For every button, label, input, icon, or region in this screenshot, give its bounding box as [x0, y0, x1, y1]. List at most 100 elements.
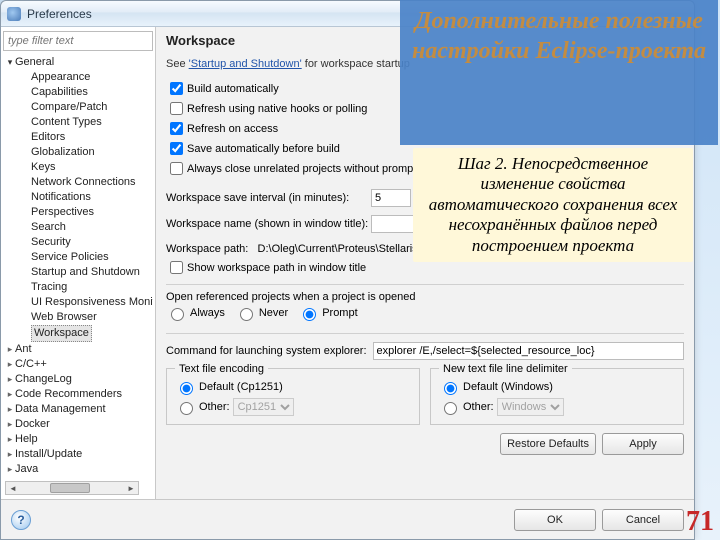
delimiter-other-label: Other:: [463, 401, 494, 413]
filter-input[interactable]: [3, 31, 153, 51]
tree-item[interactable]: UI Responsiveness Monitoring: [5, 295, 153, 310]
help-icon[interactable]: ?: [11, 510, 31, 530]
chevron-right-icon[interactable]: ▸: [5, 342, 15, 357]
cancel-button[interactable]: Cancel: [602, 509, 684, 531]
tree-item-label: Startup and Shutdown: [31, 265, 140, 280]
chevron-right-icon[interactable]: ▸: [5, 387, 15, 402]
restore-defaults-button[interactable]: Restore Defaults: [500, 433, 596, 455]
ok-button[interactable]: OK: [514, 509, 596, 531]
checkbox[interactable]: [170, 162, 183, 175]
tree-item[interactable]: Content Types: [5, 115, 153, 130]
tree-item[interactable]: ▾General: [5, 55, 153, 70]
tree-item[interactable]: ▸ChangeLog: [5, 372, 153, 387]
tree-item-label: Java: [15, 462, 38, 477]
delimiter-default-radio[interactable]: [444, 382, 457, 395]
tree-item-label: Appearance: [31, 70, 90, 85]
tree-item[interactable]: Editors: [5, 130, 153, 145]
encoding-other-radio[interactable]: [180, 402, 193, 415]
tree-item[interactable]: Startup and Shutdown: [5, 265, 153, 280]
tree-item-label: UI Responsiveness Monitoring: [31, 295, 153, 310]
tree-item-label: Editors: [31, 130, 65, 145]
chevron-right-icon[interactable]: ▸: [5, 402, 15, 417]
chevron-down-icon[interactable]: ▾: [5, 55, 15, 70]
delimiter-group: New text file line delimiter Default (Wi…: [430, 368, 684, 425]
chevron-right-icon[interactable]: ▸: [5, 447, 15, 462]
preferences-tree[interactable]: ▾GeneralAppearanceCapabilitiesCompare/Pa…: [3, 55, 153, 495]
command-input[interactable]: [373, 342, 684, 360]
radio-label: Never: [259, 307, 288, 319]
app-icon: [7, 7, 21, 21]
radio[interactable]: [240, 308, 253, 321]
tree-item-label: Docker: [15, 417, 50, 432]
save-interval-input[interactable]: [371, 189, 411, 207]
radio-option[interactable]: Never: [235, 305, 288, 321]
radio[interactable]: [303, 308, 316, 321]
tree-item[interactable]: Capabilities: [5, 85, 153, 100]
checkbox[interactable]: [170, 142, 183, 155]
window-title: Preferences: [27, 7, 92, 21]
tree-item[interactable]: Perspectives: [5, 205, 153, 220]
tree-item-label: Search: [31, 220, 66, 235]
command-label: Command for launching system explorer:: [166, 345, 367, 357]
encoding-group: Text file encoding Default (Cp1251) Othe…: [166, 368, 420, 425]
radio-option[interactable]: Prompt: [298, 305, 357, 321]
workspace-path-label: Workspace path:: [166, 243, 248, 255]
delimiter-title: New text file line delimiter: [439, 363, 572, 375]
tree-item[interactable]: Keys: [5, 160, 153, 175]
encoding-other-select[interactable]: Cp1251: [233, 398, 294, 416]
tree-item[interactable]: Web Browser: [5, 310, 153, 325]
chevron-right-icon[interactable]: ▸: [5, 432, 15, 447]
delimiter-other-radio[interactable]: [444, 402, 457, 415]
tree-item[interactable]: ▸Install/Update: [5, 447, 153, 462]
tree-item[interactable]: ▸Java: [5, 462, 153, 477]
tree-item[interactable]: ▸C/C++: [5, 357, 153, 372]
tree-item[interactable]: Compare/Patch: [5, 100, 153, 115]
radio[interactable]: [171, 308, 184, 321]
scroll-right-icon[interactable]: ►: [124, 482, 138, 494]
chevron-right-icon[interactable]: ▸: [5, 462, 15, 477]
tree-item[interactable]: Tracing: [5, 280, 153, 295]
chevron-right-icon[interactable]: ▸: [5, 417, 15, 432]
delimiter-other-select[interactable]: Windows: [497, 398, 564, 416]
show-path-checkbox[interactable]: [170, 261, 183, 274]
scroll-thumb[interactable]: [50, 483, 90, 493]
tree-item-label: Compare/Patch: [31, 100, 107, 115]
tree-item[interactable]: ▸Code Recommenders: [5, 387, 153, 402]
chevron-right-icon[interactable]: ▸: [5, 357, 15, 372]
tree-item[interactable]: ▸Ant: [5, 342, 153, 357]
checkbox[interactable]: [170, 82, 183, 95]
tree-item[interactable]: Notifications: [5, 190, 153, 205]
tree-item-label: Help: [15, 432, 38, 447]
tree-item[interactable]: Security: [5, 235, 153, 250]
apply-button[interactable]: Apply: [602, 433, 684, 455]
scroll-left-icon[interactable]: ◄: [6, 482, 20, 494]
tree-item-label: Keys: [31, 160, 55, 175]
tree-item[interactable]: ▸Help: [5, 432, 153, 447]
encoding-default-radio[interactable]: [180, 382, 193, 395]
checkbox[interactable]: [170, 122, 183, 135]
tree-item[interactable]: Workspace: [5, 325, 153, 342]
open-ref-label: Open referenced projects when a project …: [166, 291, 684, 303]
radio-option[interactable]: Always: [166, 305, 225, 321]
tree-item[interactable]: Appearance: [5, 70, 153, 85]
tree-item[interactable]: Globalization: [5, 145, 153, 160]
checkbox[interactable]: [170, 102, 183, 115]
horizontal-scrollbar[interactable]: ◄ ►: [5, 481, 139, 495]
checkbox-label: Always close unrelated projects without …: [187, 163, 416, 175]
tree-item[interactable]: Search: [5, 220, 153, 235]
tree-item-label: Install/Update: [15, 447, 82, 462]
tree-item-label: Globalization: [31, 145, 95, 160]
tree-item[interactable]: Network Connections: [5, 175, 153, 190]
open-ref-radio-group: Always Never Prompt: [166, 305, 684, 321]
workspace-name-label: Workspace name (shown in window title):: [166, 218, 371, 230]
tree-item-label: Perspectives: [31, 205, 94, 220]
encoding-title: Text file encoding: [175, 363, 268, 375]
tree-item[interactable]: ▸Docker: [5, 417, 153, 432]
slide-step-overlay: Шаг 2. Непосредственное изменение свойст…: [413, 148, 693, 262]
tree-item[interactable]: ▸Data Management: [5, 402, 153, 417]
chevron-right-icon[interactable]: ▸: [5, 372, 15, 387]
tree-item[interactable]: Service Policies: [5, 250, 153, 265]
tree-item-label: Web Browser: [31, 310, 97, 325]
startup-shutdown-link[interactable]: 'Startup and Shutdown': [189, 58, 302, 70]
encoding-default-label: Default (Cp1251): [199, 381, 283, 393]
